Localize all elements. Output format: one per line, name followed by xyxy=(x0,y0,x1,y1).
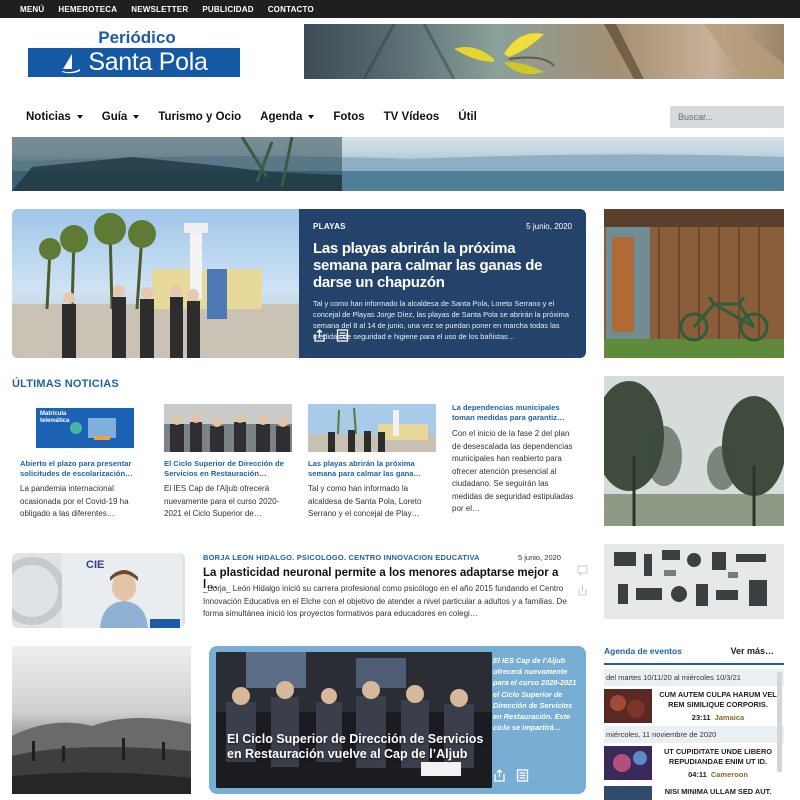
article-image[interactable]: CIE xyxy=(12,553,185,628)
news-title[interactable]: El Ciclo Superior de Dirección de Servic… xyxy=(164,459,292,479)
news-excerpt: Tal y como han informado la alcaldesa de… xyxy=(308,484,422,518)
latest-news-heading: ÚLTIMAS NOTICIAS xyxy=(12,378,119,390)
sail-icon xyxy=(62,53,81,73)
events-agenda: Agenda de eventos Ver más… del martes 10… xyxy=(604,646,784,800)
site-logo[interactable]: Periódico Santa Pola xyxy=(28,28,240,78)
search-input[interactable] xyxy=(670,106,784,128)
share-icon[interactable] xyxy=(313,329,326,342)
agenda-event[interactable]: CUM AUTEM CULPA HARUM VEL REM SIMILIQUE … xyxy=(604,686,784,726)
article-excerpt: _Borja_ León Hidalgo inició su carrera p… xyxy=(203,584,567,618)
hero-excerpt: Tal y como han informado la alcaldesa de… xyxy=(313,299,569,341)
topbar-link-menu[interactable]: MENÚ xyxy=(20,5,44,14)
nav-item-util[interactable]: Útil xyxy=(458,111,477,123)
agenda-title: Agenda de eventos xyxy=(604,646,682,656)
news-item[interactable]: La dependencias municipales toman medida… xyxy=(452,403,580,516)
nav-label: Agenda xyxy=(260,111,303,123)
chevron-down-icon xyxy=(133,115,140,119)
nav-item-guia[interactable]: Guía xyxy=(102,111,140,123)
ad-banner-image[interactable] xyxy=(304,24,784,79)
logo-line2: Santa Pola xyxy=(88,48,208,76)
article-date: 5 junio, 2020 xyxy=(518,553,561,562)
news-item[interactable]: Las playas abrirán la próxima semana par… xyxy=(308,404,436,521)
event-title[interactable]: NISI MINIMA ULLAM SED AUT. xyxy=(652,787,784,797)
featured-image[interactable]: El Ciclo Superior de Dirección de Servic… xyxy=(216,652,492,788)
nav-label: TV Vídeos xyxy=(383,111,440,123)
event-place: Jamaica xyxy=(714,713,745,722)
chevron-down-icon xyxy=(308,115,315,119)
nav-label: Fotos xyxy=(333,111,365,123)
news-title[interactable]: Abierto el plazo para presentar solicitu… xyxy=(20,459,148,479)
news-excerpt: La pandemia internacional ocasionada por… xyxy=(20,484,129,518)
news-image[interactable]: Matrícula telemática xyxy=(20,404,148,452)
nav-label: Útil xyxy=(458,111,477,123)
hero-date: 5 junio, 2020 xyxy=(526,222,572,231)
nav-item-noticias[interactable]: Noticias xyxy=(26,111,83,123)
hero-title[interactable]: Las playas abrirán la próxima semana par… xyxy=(313,240,572,291)
landscape-bw-image[interactable] xyxy=(12,646,191,794)
event-title[interactable]: UT CUPIDITATE UNDE LIBERO REPUDIANDAE EN… xyxy=(652,747,784,767)
news-item[interactable]: El Ciclo Superior de Dirección de Servic… xyxy=(164,404,292,521)
agenda-event[interactable]: UT CUPIDITATE UNDE LIBERO REPUDIANDAE EN… xyxy=(604,743,784,783)
news-image[interactable] xyxy=(164,404,292,452)
featured-title[interactable]: El Ciclo Superior de Dirección de Servic… xyxy=(227,732,487,762)
event-time: 04:11 xyxy=(688,770,707,779)
share-icon[interactable] xyxy=(577,585,588,596)
article-icon[interactable] xyxy=(336,329,349,342)
event-place: Cameroon xyxy=(710,770,748,779)
article-category[interactable]: BORJA LEON HIDALGO. PSICOLOGO. CENTRO IN… xyxy=(203,553,480,562)
side-image-foggy-trees[interactable] xyxy=(604,376,784,526)
side-image-bicycle[interactable] xyxy=(604,209,784,358)
event-thumbnail[interactable] xyxy=(604,689,652,723)
side-image-objects-flatlay[interactable] xyxy=(604,544,784,619)
news-title[interactable]: La dependencias municipales toman medida… xyxy=(452,403,580,423)
agenda-date-header: del martes 10/11/20 al miércoles 10/3/21 xyxy=(604,669,784,686)
chevron-down-icon xyxy=(76,115,83,119)
news-image-caption: Matrícula telemática xyxy=(40,411,70,424)
topbar-link-publicidad[interactable]: PUBLICIDAD xyxy=(202,5,253,14)
share-icon[interactable] xyxy=(493,769,506,782)
event-thumbnail[interactable] xyxy=(604,786,652,800)
logo-band: Santa Pola xyxy=(28,48,240,77)
article-icon[interactable] xyxy=(516,769,529,782)
nav-label: Noticias xyxy=(26,111,71,123)
hero-article-card[interactable]: PLAYAS 5 junio, 2020 Las playas abrirán … xyxy=(12,209,586,358)
event-thumbnail[interactable] xyxy=(604,746,652,780)
hero-actions xyxy=(313,329,349,342)
main-nav: Noticias Guía Turismo y Ocio Agenda Foto… xyxy=(26,108,496,126)
nav-item-agenda[interactable]: Agenda xyxy=(260,111,315,123)
agenda-date-header: miércoles, 11 noviembre de 2020 xyxy=(604,726,784,743)
banner-plant-icon xyxy=(362,24,784,79)
topbar-link-newsletter[interactable]: NEWSLETTER xyxy=(131,5,188,14)
landscape-banner-image xyxy=(12,137,784,191)
comment-icon[interactable] xyxy=(577,565,588,576)
featured-excerpt: El IES Cap de l’Aljub ofrecerá nuevament… xyxy=(493,656,577,733)
nav-item-turismo[interactable]: Turismo y Ocio xyxy=(158,111,241,123)
nav-item-tv-videos[interactable]: TV Vídeos xyxy=(384,111,440,123)
nav-item-fotos[interactable]: Fotos xyxy=(333,111,364,123)
agenda-event[interactable]: NISI MINIMA ULLAM SED AUT. xyxy=(604,783,784,800)
nav-label: Turismo y Ocio xyxy=(158,111,242,123)
event-time: 23:11 xyxy=(691,713,711,722)
agenda-scrollbar[interactable] xyxy=(777,672,782,772)
agenda-more-link[interactable]: Ver más… xyxy=(730,646,774,656)
agenda-header: Agenda de eventos Ver más… xyxy=(604,646,784,665)
featured-actions xyxy=(493,769,529,782)
news-image[interactable] xyxy=(308,404,436,452)
topbar-link-hemeroteca[interactable]: HEMEROTECA xyxy=(58,5,117,14)
topbar-link-contacto[interactable]: CONTACTO xyxy=(268,5,314,14)
hero-image[interactable] xyxy=(12,209,299,358)
nav-label: Guía xyxy=(101,111,128,123)
logo-line1: Periódico xyxy=(98,28,176,47)
top-menu-bar: MENÚ HEMEROTECA NEWSLETTER PUBLICIDAD CO… xyxy=(0,0,800,18)
event-title[interactable]: CUM AUTEM CULPA HARUM VEL REM SIMILIQUE … xyxy=(652,690,784,710)
news-excerpt: El IES Cap de l'Aljub ofrecerá nuevament… xyxy=(164,484,280,518)
featured-article-card[interactable]: El Ciclo Superior de Dirección de Servic… xyxy=(209,646,586,794)
hero-panel: PLAYAS 5 junio, 2020 Las playas abrirán … xyxy=(299,209,586,358)
news-item[interactable]: Matrícula telemática Abierto el plazo pa… xyxy=(20,404,148,521)
news-title[interactable]: Las playas abrirán la próxima semana par… xyxy=(308,459,436,479)
news-excerpt: Con el inicio de la fase 2 del plan de d… xyxy=(452,429,574,513)
article-image-logo: CIE xyxy=(86,559,105,571)
